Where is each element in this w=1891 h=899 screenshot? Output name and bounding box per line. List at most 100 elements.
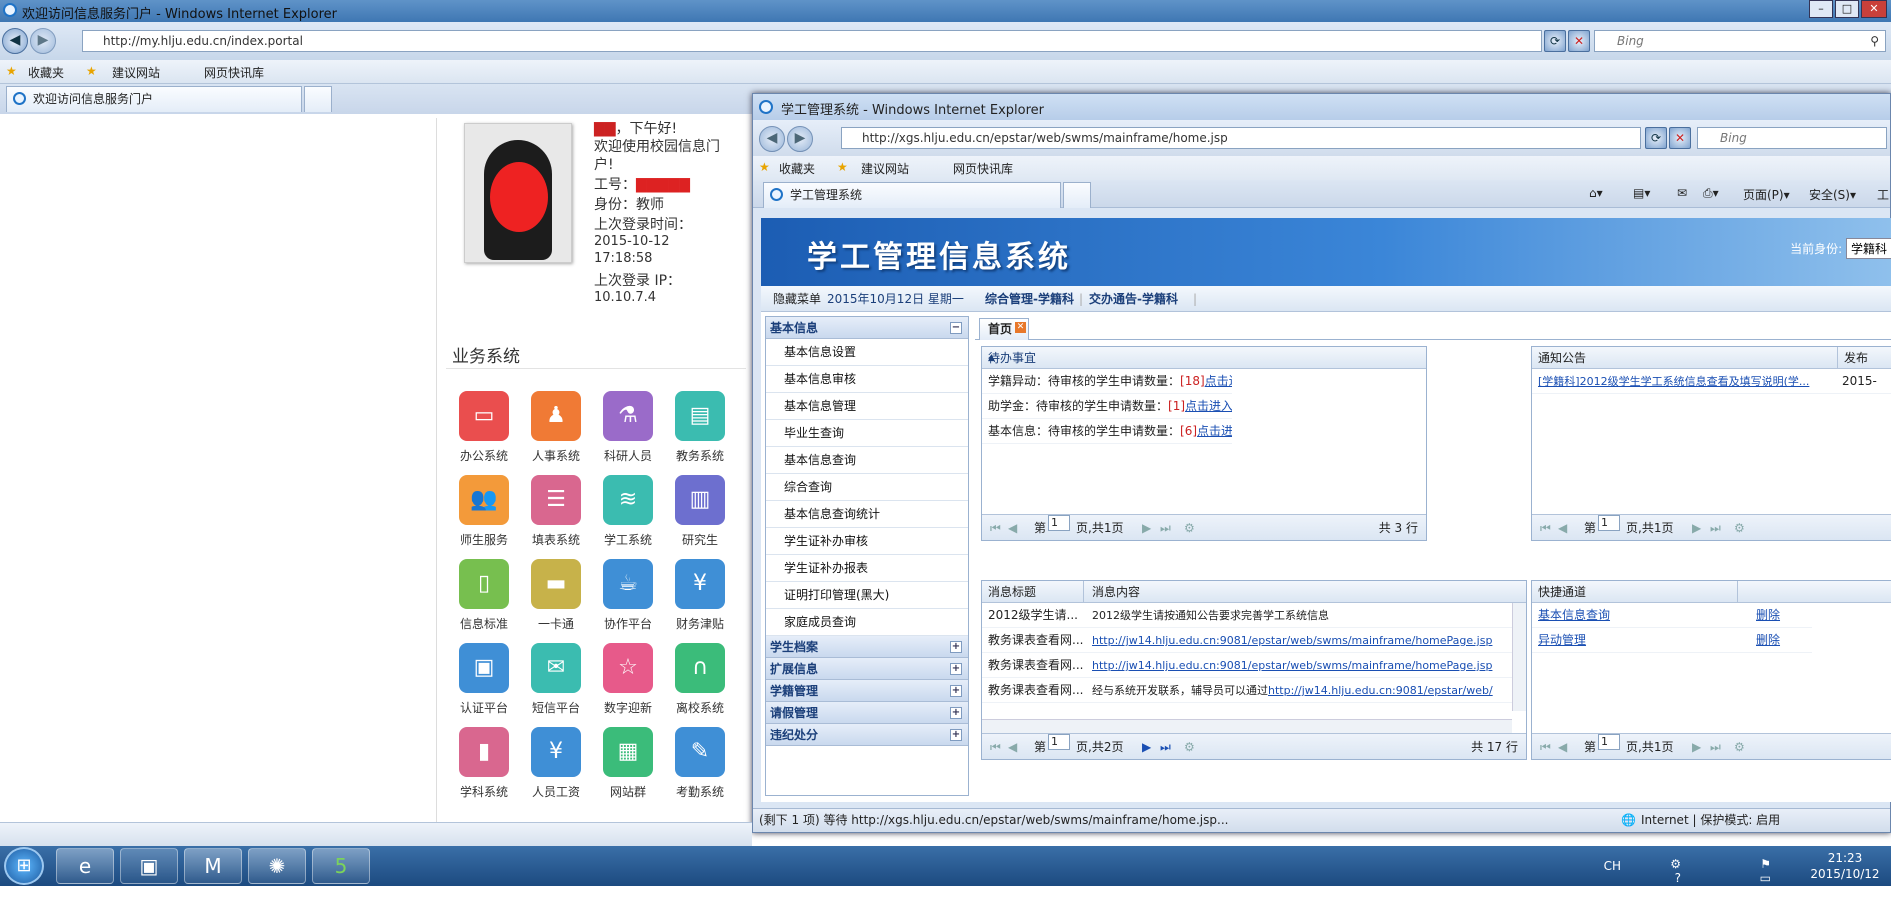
refresh-button[interactable]: ⟳ xyxy=(1645,127,1667,149)
start-button[interactable]: ⊞ xyxy=(4,847,44,885)
expand-icon[interactable]: + xyxy=(950,641,962,653)
add-favorite-icon[interactable]: ★ xyxy=(837,160,848,174)
search-icon[interactable]: ⚲ xyxy=(1870,31,1879,51)
app-tile[interactable]: ♟ 人事系统 xyxy=(521,391,591,464)
app-tile[interactable]: ✉ 短信平台 xyxy=(521,643,591,716)
current-identity-select[interactable]: 学籍科 xyxy=(1845,238,1891,259)
tray-icons[interactable]: ⚙ ? ▲ xyxy=(1670,857,1681,899)
app-tile[interactable]: ▮ 学科系统 xyxy=(449,727,519,800)
app-tile[interactable]: ∩ 离校系统 xyxy=(665,643,735,716)
new-tab-button[interactable] xyxy=(1063,182,1091,208)
collapse-icon[interactable]: − xyxy=(950,322,962,334)
app-tile[interactable]: ☕ 协作平台 xyxy=(593,559,663,632)
back-button[interactable]: ◀ xyxy=(2,28,28,54)
sidebar-item[interactable]: 基本信息设置 xyxy=(766,339,968,366)
suggested-sites-button[interactable]: 建议网站 xyxy=(112,64,160,81)
sidebar-item[interactable]: 证明打印管理(黑大) xyxy=(766,582,968,609)
next-page-icon[interactable]: ▶ xyxy=(1142,515,1151,541)
sidebar-item[interactable]: 基本信息查询统计 xyxy=(766,501,968,528)
prev-page-icon[interactable]: ◀ xyxy=(1558,734,1567,760)
message-title[interactable]: 教务课表查看网... xyxy=(988,628,1092,652)
add-favorite-icon[interactable]: ★ xyxy=(86,64,97,78)
delete-link[interactable]: 删除 xyxy=(1756,628,1780,652)
sidebar-item[interactable]: 毕业生查询 xyxy=(766,420,968,447)
app-tile[interactable]: ✎ 考勤系统 xyxy=(665,727,735,800)
menu-group[interactable]: 违纪处分 + xyxy=(766,724,968,746)
message-content[interactable]: http://jw14.hlju.edu.cn:9081/epstar/web/… xyxy=(1092,634,1492,647)
app-tile[interactable]: ▦ 网站群 xyxy=(593,727,663,800)
menu-group-basic[interactable]: 基本信息 − xyxy=(766,317,968,339)
refresh-icon[interactable]: ⚙ xyxy=(1184,734,1195,760)
message-title[interactable]: 教务课表查看网... xyxy=(988,653,1092,677)
menu-group[interactable]: 学籍管理 + xyxy=(766,680,968,702)
close-icon[interactable]: ✕ xyxy=(1015,322,1027,333)
sidebar-item[interactable]: 学生证补办审核 xyxy=(766,528,968,555)
sidebar-item[interactable]: 学生证补办报表 xyxy=(766,555,968,582)
network-volume-icons[interactable]: ⚑ ▭ ♪ xyxy=(1760,857,1771,899)
minimize-button[interactable]: – xyxy=(1809,0,1833,18)
sidebar-item[interactable]: 家庭成员查询 xyxy=(766,609,968,636)
expand-icon[interactable]: + xyxy=(950,685,962,697)
first-page-icon[interactable]: ⏮ xyxy=(1540,515,1551,541)
expand-icon[interactable]: + xyxy=(950,707,962,719)
taskbar-explorer-icon[interactable]: ▣ xyxy=(120,848,178,884)
message-link[interactable]: http://jw14.hlju.edu.cn:9081/epstar/web/ xyxy=(1268,684,1493,697)
mail-icon[interactable]: ✉ xyxy=(1677,186,1687,200)
next-page-icon[interactable]: ▶ xyxy=(1692,515,1701,541)
app-tile[interactable]: ¥ 人员工资 xyxy=(521,727,591,800)
app-tile[interactable]: ≋ 学工系统 xyxy=(593,475,663,548)
app-tile[interactable]: ▯ 信息标准 xyxy=(449,559,519,632)
delete-link[interactable]: 删除 xyxy=(1756,603,1780,627)
maximize-button[interactable]: □ xyxy=(1835,0,1859,18)
refresh-icon[interactable]: ⚙ xyxy=(1184,515,1195,541)
app-tile[interactable]: ▣ 认证平台 xyxy=(449,643,519,716)
refresh-button[interactable]: ⟳ xyxy=(1544,30,1566,52)
menu-group[interactable]: 学生档案 + xyxy=(766,636,968,658)
last-page-icon[interactable]: ⏭ xyxy=(1710,515,1721,541)
tab-home[interactable]: 首页 ✕ xyxy=(979,318,1030,340)
menu-group[interactable]: 请假管理 + xyxy=(766,702,968,724)
fg-search-box[interactable]: Bing xyxy=(1697,127,1887,149)
app-tile[interactable]: ⚗ 科研人员 xyxy=(593,391,663,464)
messages-scrollbar[interactable] xyxy=(1512,603,1526,711)
app-tile[interactable]: ▥ 研究生 xyxy=(665,475,735,548)
first-page-icon[interactable]: ⏮ xyxy=(990,515,1001,541)
tab-xgs[interactable]: 学工管理系统 xyxy=(763,182,1061,208)
favorites-button[interactable]: 收藏夹 xyxy=(779,160,815,177)
taskbar-ie-icon[interactable]: e xyxy=(56,848,114,884)
todo-link[interactable]: 点击进入 xyxy=(1197,424,1232,438)
fg-address-bar[interactable]: http://xgs.hlju.edu.cn/epstar/web/swms/m… xyxy=(841,127,1641,149)
message-content[interactable]: http://jw14.hlju.edu.cn:9081/epstar/web/… xyxy=(1092,659,1492,672)
sidebar-item[interactable]: 基本信息审核 xyxy=(766,366,968,393)
home-icon[interactable]: ⌂▾ xyxy=(1589,186,1603,200)
favorites-button[interactable]: 收藏夹 xyxy=(28,64,64,81)
last-page-icon[interactable]: ⏭ xyxy=(1160,734,1171,760)
expand-icon[interactable]: + xyxy=(950,663,962,675)
menu-link-notice[interactable]: 交办通告-学籍科 xyxy=(1089,286,1178,312)
sidebar-item[interactable]: 基本信息查询 xyxy=(766,447,968,474)
new-tab-button[interactable] xyxy=(304,86,332,112)
security-zone[interactable]: Internet | 保护模式: 启用 xyxy=(1641,809,1780,831)
app-tile[interactable]: ▭ 办公系统 xyxy=(449,391,519,464)
todo-link[interactable]: 点击进入 xyxy=(1185,399,1232,413)
quick-link[interactable]: 基本信息查询 xyxy=(1538,608,1610,622)
page-menu[interactable]: 页面(P)▾ xyxy=(1743,186,1790,203)
quick-link[interactable]: 异动管理 xyxy=(1538,633,1586,647)
bg-address-bar[interactable]: http://my.hlju.edu.cn/index.portal xyxy=(82,30,1542,52)
web-slice-button[interactable]: 网页快讯库 xyxy=(953,160,1013,177)
taskbar-app-5-icon[interactable]: 5 xyxy=(312,848,370,884)
stop-button[interactable]: ✕ xyxy=(1669,127,1691,149)
bg-search-box[interactable]: Bing ⚲ xyxy=(1594,30,1886,52)
prev-page-icon[interactable]: ◀ xyxy=(1008,734,1017,760)
forward-button[interactable]: ▶ xyxy=(30,28,56,54)
stop-button[interactable]: ✕ xyxy=(1568,30,1590,52)
app-tile[interactable]: ▤ 教务系统 xyxy=(665,391,735,464)
last-page-icon[interactable]: ⏭ xyxy=(1160,515,1171,541)
message-title[interactable]: 教务课表查看网... xyxy=(988,678,1092,702)
back-button[interactable]: ◀ xyxy=(759,126,785,152)
app-tile[interactable]: 👥 师生服务 xyxy=(449,475,519,548)
app-tile[interactable]: ▬ 一卡通 xyxy=(521,559,591,632)
prev-page-icon[interactable]: ◀ xyxy=(1008,515,1017,541)
tab-portal[interactable]: 欢迎访问信息服务门户 xyxy=(6,86,302,112)
first-page-icon[interactable]: ⏮ xyxy=(990,734,1001,760)
